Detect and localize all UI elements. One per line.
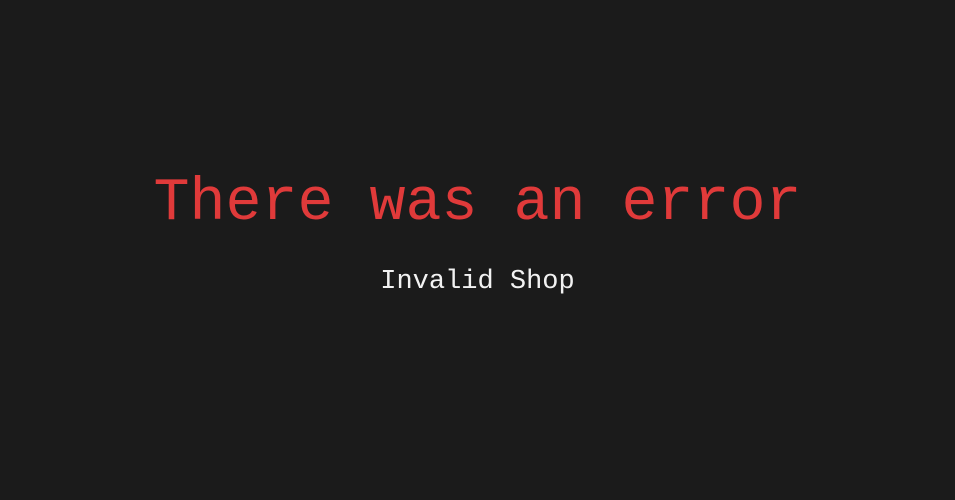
error-message: Invalid Shop: [380, 267, 575, 297]
error-page: There was an error Invalid Shop: [0, 0, 955, 500]
error-title: There was an error: [153, 170, 802, 238]
